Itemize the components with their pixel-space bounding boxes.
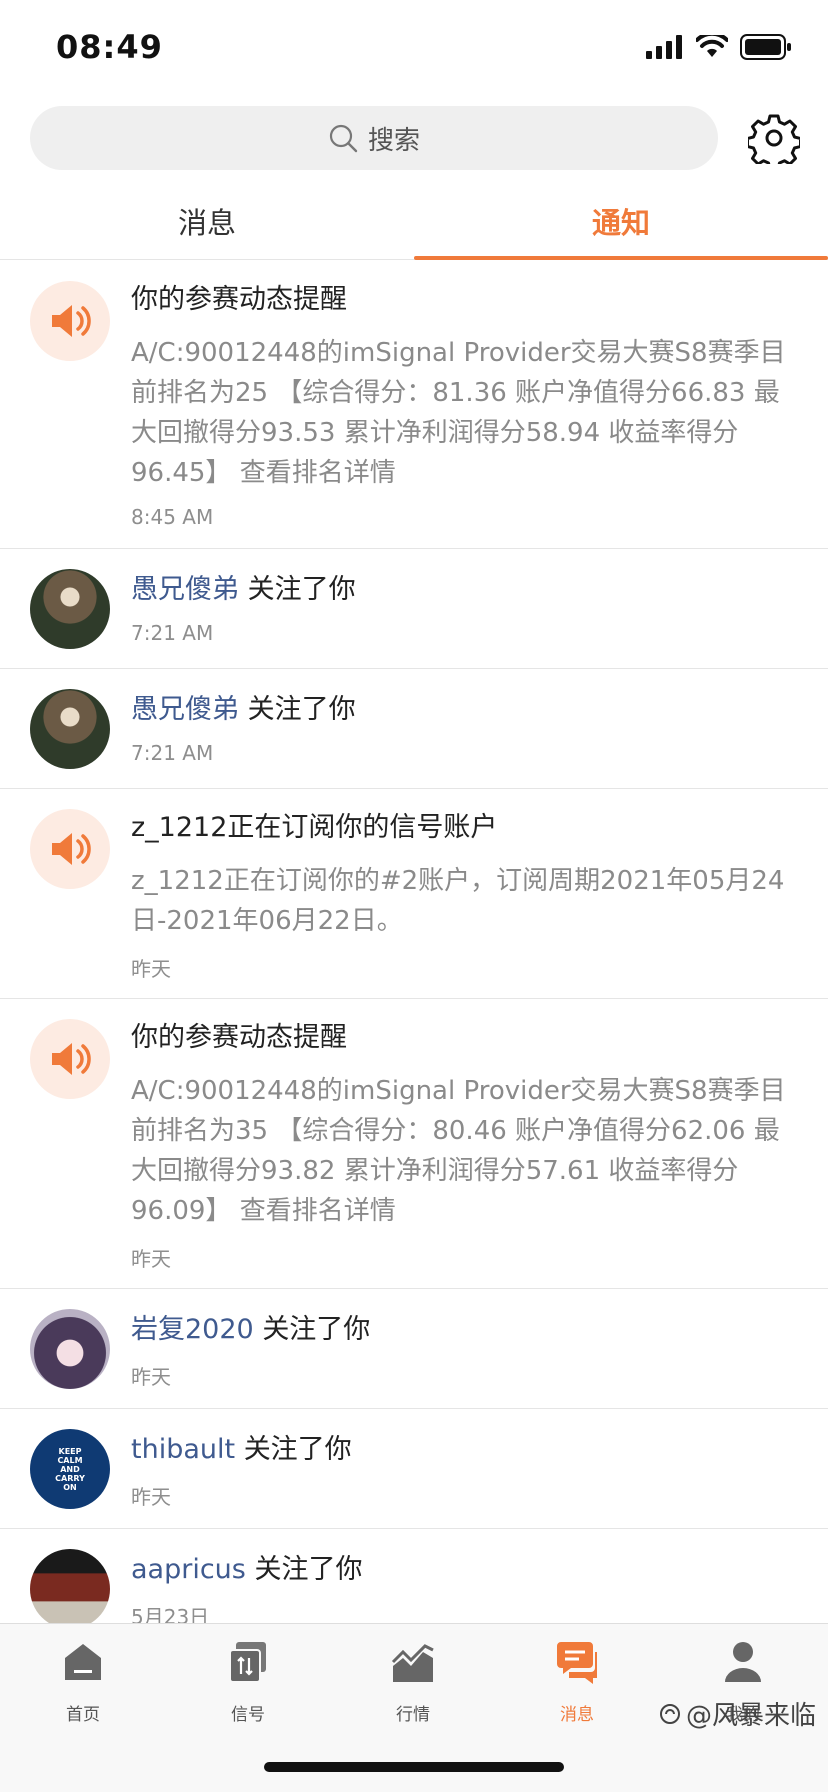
notification-title: 你的参赛动态提醒 [131, 1022, 347, 1053]
notification-title: 愚兄傻弟 关注了你 [131, 574, 356, 605]
wifi-icon [696, 35, 728, 57]
speaker-icon [30, 281, 110, 361]
tab-messages[interactable]: 消息 [0, 188, 414, 260]
watermark: @风暴来临 [658, 1695, 816, 1732]
keep-calm-text: KEEP CALM AND CARRY ON [55, 1446, 85, 1492]
avatar-photo-icon [30, 569, 110, 649]
notification-title: aapricus 关注了你 [131, 1554, 363, 1585]
watermark-text: @风暴来临 [685, 1701, 816, 1731]
user-name-link[interactable]: 岩复2020 [131, 1314, 254, 1345]
notification-title: z_1212正在订阅你的信号账户 [131, 812, 498, 843]
status-bar: 08:49 [0, 0, 828, 100]
notification-item[interactable]: 你的参赛动态提醒 A/C:90012448的imSignal Provider交… [0, 261, 828, 549]
notification-item[interactable]: 岩复2020 关注了你 昨天 [0, 1289, 828, 1409]
avatar-photo-icon [30, 689, 110, 769]
home-indicator [264, 1762, 564, 1772]
notification-title: thibault 关注了你 [131, 1434, 352, 1465]
notification-item[interactable]: z_1212正在订阅你的信号账户 z_1212正在订阅你的#2账户，订阅周期20… [0, 789, 828, 999]
nav-label: 首页 [66, 1705, 100, 1725]
status-time: 08:49 [56, 28, 163, 66]
notification-title: 岩复2020 关注了你 [131, 1314, 371, 1345]
active-tab-indicator [414, 256, 828, 260]
notification-body: A/C:90012448的imSignal Provider交易大赛S8赛季目前… [131, 338, 786, 488]
nav-home[interactable]: 首页 [28, 1638, 138, 1725]
watermark-logo-icon [659, 1703, 680, 1724]
signal-icon [229, 1642, 266, 1683]
speaker-icon [30, 809, 110, 889]
tab-bar: 消息 通知 [0, 188, 828, 260]
user-name-link[interactable]: 愚兄傻弟 [131, 574, 239, 605]
app-root: 08:49 搜索 消息 通知 你的参赛动态提醒 A/C:90012448的imS… [0, 0, 828, 1792]
nav-label: 信号 [231, 1705, 265, 1725]
avatar-anime-icon [30, 1309, 110, 1389]
avatar-photo-icon [30, 1549, 110, 1629]
market-chart-icon [391, 1644, 434, 1682]
nav-signal[interactable]: 信号 [193, 1638, 303, 1725]
notification-body: z_1212正在订阅你的#2账户，订阅周期2021年05月24日-2021年06… [131, 866, 785, 936]
search-icon [329, 124, 358, 153]
notification-time: 昨天 [131, 1365, 171, 1389]
notification-list: 你的参赛动态提醒 A/C:90012448的imSignal Provider交… [0, 261, 828, 1649]
status-icons [646, 34, 792, 60]
nav-label: 消息 [560, 1705, 594, 1725]
chat-bubble-icon [557, 1642, 597, 1684]
notification-item[interactable]: 你的参赛动态提醒 A/C:90012448的imSignal Provider交… [0, 999, 828, 1289]
notification-item[interactable]: 愚兄傻弟 关注了你 7:21 AM [0, 669, 828, 789]
search-input[interactable]: 搜索 [30, 106, 718, 170]
notification-time: 8:45 AM [131, 505, 214, 529]
speaker-icon [30, 1019, 110, 1099]
user-name-link[interactable]: aapricus [131, 1554, 246, 1585]
notification-time: 7:21 AM [131, 621, 214, 645]
cellular-signal-icon [646, 35, 682, 59]
settings-gear-icon[interactable] [748, 112, 800, 164]
notification-item[interactable]: 愚兄傻弟 关注了你 7:21 AM [0, 549, 828, 669]
notification-time: 昨天 [131, 1247, 171, 1271]
user-name-link[interactable]: 愚兄傻弟 [131, 694, 239, 725]
home-icon [65, 1644, 101, 1680]
tab-notifications[interactable]: 通知 [414, 188, 828, 260]
notification-time: 昨天 [131, 957, 171, 981]
nav-messages[interactable]: 消息 [522, 1638, 632, 1725]
notification-time: 7:21 AM [131, 741, 214, 765]
notification-time: 昨天 [131, 1485, 171, 1509]
profile-icon [725, 1642, 761, 1682]
user-name-link[interactable]: thibault [131, 1434, 235, 1465]
notification-item[interactable]: KEEP CALM AND CARRY ON thibault 关注了你 昨天 [0, 1409, 828, 1529]
notification-title: 你的参赛动态提醒 [131, 284, 347, 315]
battery-icon [740, 34, 791, 60]
nav-market[interactable]: 行情 [358, 1638, 468, 1725]
notification-body: A/C:90012448的imSignal Provider交易大赛S8赛季目前… [131, 1076, 786, 1226]
search-placeholder: 搜索 [367, 125, 420, 156]
notification-title: 愚兄傻弟 关注了你 [131, 694, 356, 725]
avatar-keep-calm-icon: KEEP CALM AND CARRY ON [30, 1429, 110, 1509]
nav-label: 行情 [396, 1705, 430, 1725]
